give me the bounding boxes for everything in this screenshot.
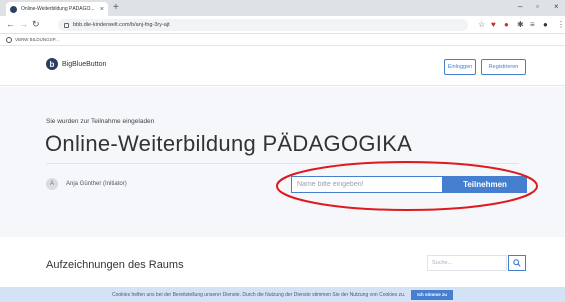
back-icon[interactable]: ← — [6, 18, 15, 30]
bookmark-star-icon[interactable]: ☆ — [478, 19, 485, 31]
room-owner: A Anja Günther (Initiator) — [46, 178, 127, 190]
search-icon — [513, 259, 521, 267]
tab-title: Online-Weiterbildung PÄDAGO... — [21, 6, 95, 12]
tab-close-icon[interactable]: × — [100, 6, 104, 13]
site-header: b BigBlueButton Einloggen Registrieren — [0, 46, 565, 86]
site-logo[interactable]: b BigBlueButton — [46, 58, 106, 70]
owner-avatar: A — [46, 178, 58, 190]
adblock-extension-icon[interactable]: ● — [504, 19, 509, 31]
invitation-text: Sie wurden zur Teilnahme eingeladen — [46, 118, 155, 125]
new-tab-button[interactable]: + — [113, 2, 119, 14]
lock-icon — [64, 22, 69, 28]
url-text: bbb.die-kinderwelt.com/b/anj-fng-3ry-ajt — [73, 22, 170, 28]
register-button[interactable]: Registrieren — [481, 59, 526, 75]
bookmark-globe-icon — [6, 36, 12, 43]
cookie-text: Cookies helfen uns bei der Bereitstellun… — [112, 291, 406, 298]
room-join-section: Sie wurden zur Teilnahme eingeladen Onli… — [0, 87, 565, 237]
bigbluebutton-logo-icon: b — [46, 58, 58, 70]
recordings-search-input[interactable] — [427, 255, 507, 271]
join-button[interactable]: Teilnehmen — [443, 176, 527, 193]
logo-text: BigBlueButton — [62, 60, 107, 68]
profile-icon[interactable]: ● — [543, 19, 548, 31]
address-bar-row: ← → ↻ bbb.die-kinderwelt.com/b/anj-fng-3… — [0, 16, 565, 34]
login-button[interactable]: Einloggen — [444, 59, 476, 75]
site-favicon-icon — [10, 5, 17, 13]
recordings-section: Aufzeichnungen des Raums — [0, 237, 565, 287]
recordings-title: Aufzeichnungen des Raums — [46, 259, 184, 271]
cookie-accept-button[interactable]: Ich stimme zu — [411, 289, 453, 300]
title-divider — [46, 163, 519, 164]
room-title: Online-Weiterbildung PÄDAGOGIKA — [45, 131, 413, 156]
browser-tab[interactable]: Online-Weiterbildung PÄDAGO... × — [6, 2, 108, 16]
search-button[interactable] — [508, 255, 526, 271]
reload-icon[interactable]: ↻ — [32, 18, 40, 30]
minimize-button[interactable]: – — [518, 1, 522, 13]
browser-menu-icon[interactable]: ⋮ — [557, 19, 565, 31]
owner-name: Anja Günther (Initiator) — [66, 181, 127, 187]
bookmark-item[interactable]: VBRW BILDUNGSP... — [15, 37, 59, 42]
browser-tab-bar: Online-Weiterbildung PÄDAGO... × + – ▫ × — [0, 0, 565, 16]
shield-extension-icon[interactable]: ♥ — [491, 19, 496, 31]
reading-list-icon[interactable]: ≡ — [530, 19, 535, 31]
cookie-banner: Cookies helfen uns bei der Bereitstellun… — [0, 287, 565, 302]
extensions-icon[interactable]: ✱ — [517, 19, 524, 31]
bookmarks-bar: VBRW BILDUNGSP... — [0, 34, 565, 46]
window-close-button[interactable]: × — [554, 1, 559, 13]
name-input[interactable] — [291, 176, 443, 193]
forward-icon[interactable]: → — [19, 18, 28, 30]
maximize-button[interactable]: ▫ — [536, 1, 539, 13]
url-field[interactable]: bbb.die-kinderwelt.com/b/anj-fng-3ry-ajt — [58, 19, 468, 31]
